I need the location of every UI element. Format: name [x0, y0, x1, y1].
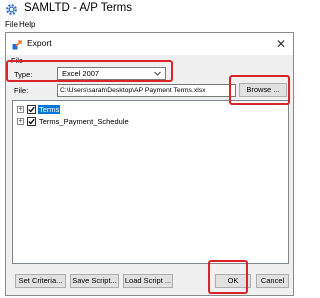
- app-title: SAMLTD - A/P Terms: [24, 2, 132, 14]
- chevron-down-icon: [154, 71, 161, 76]
- expand-icon[interactable]: +: [17, 106, 24, 113]
- ok-button[interactable]: OK: [215, 274, 251, 288]
- expand-icon[interactable]: +: [17, 118, 24, 125]
- close-icon[interactable]: ✕: [274, 37, 288, 51]
- type-label: Type:: [14, 70, 33, 79]
- export-icon: [12, 40, 22, 50]
- file-group-label: File: [11, 56, 24, 65]
- cancel-button[interactable]: Cancel: [256, 274, 289, 288]
- export-dialog: Export ✕ File Type: Excel 2007 File: Bro…: [5, 32, 294, 296]
- dialog-titlebar[interactable]: Export ✕: [6, 33, 293, 55]
- save-script-button[interactable]: Save Script...: [70, 274, 119, 288]
- app-titlebar: SAMLTD - A/P Terms: [0, 0, 295, 19]
- tree-item-label[interactable]: Terms_Payment_Schedule: [38, 117, 130, 126]
- load-script-button[interactable]: Load Script ...: [123, 274, 173, 288]
- tree-item-label[interactable]: Terms: [38, 105, 61, 114]
- set-criteria-button[interactable]: Set Criteria...: [15, 274, 66, 288]
- menubar: File Help: [0, 19, 295, 32]
- file-path-input[interactable]: [57, 84, 236, 97]
- terms-checkbox[interactable]: [27, 105, 36, 114]
- menu-help[interactable]: Help: [17, 20, 37, 29]
- dialog-title: Export: [27, 38, 52, 48]
- table-tree[interactable]: + Terms + Terms_Payment_Schedule: [12, 100, 289, 264]
- checkmark-icon: [28, 118, 35, 125]
- tree-item-terms[interactable]: + Terms: [17, 104, 61, 115]
- file-label: File:: [14, 86, 29, 95]
- tree-item-terms-payment-schedule[interactable]: + Terms_Payment_Schedule: [17, 116, 130, 127]
- type-dropdown[interactable]: Excel 2007: [57, 67, 166, 80]
- gear-icon: [6, 4, 17, 15]
- browse-button[interactable]: Browse ...: [239, 83, 287, 97]
- terms-payment-schedule-checkbox[interactable]: [27, 117, 36, 126]
- type-dropdown-value: Excel 2007: [62, 69, 100, 78]
- checkmark-icon: [28, 106, 35, 113]
